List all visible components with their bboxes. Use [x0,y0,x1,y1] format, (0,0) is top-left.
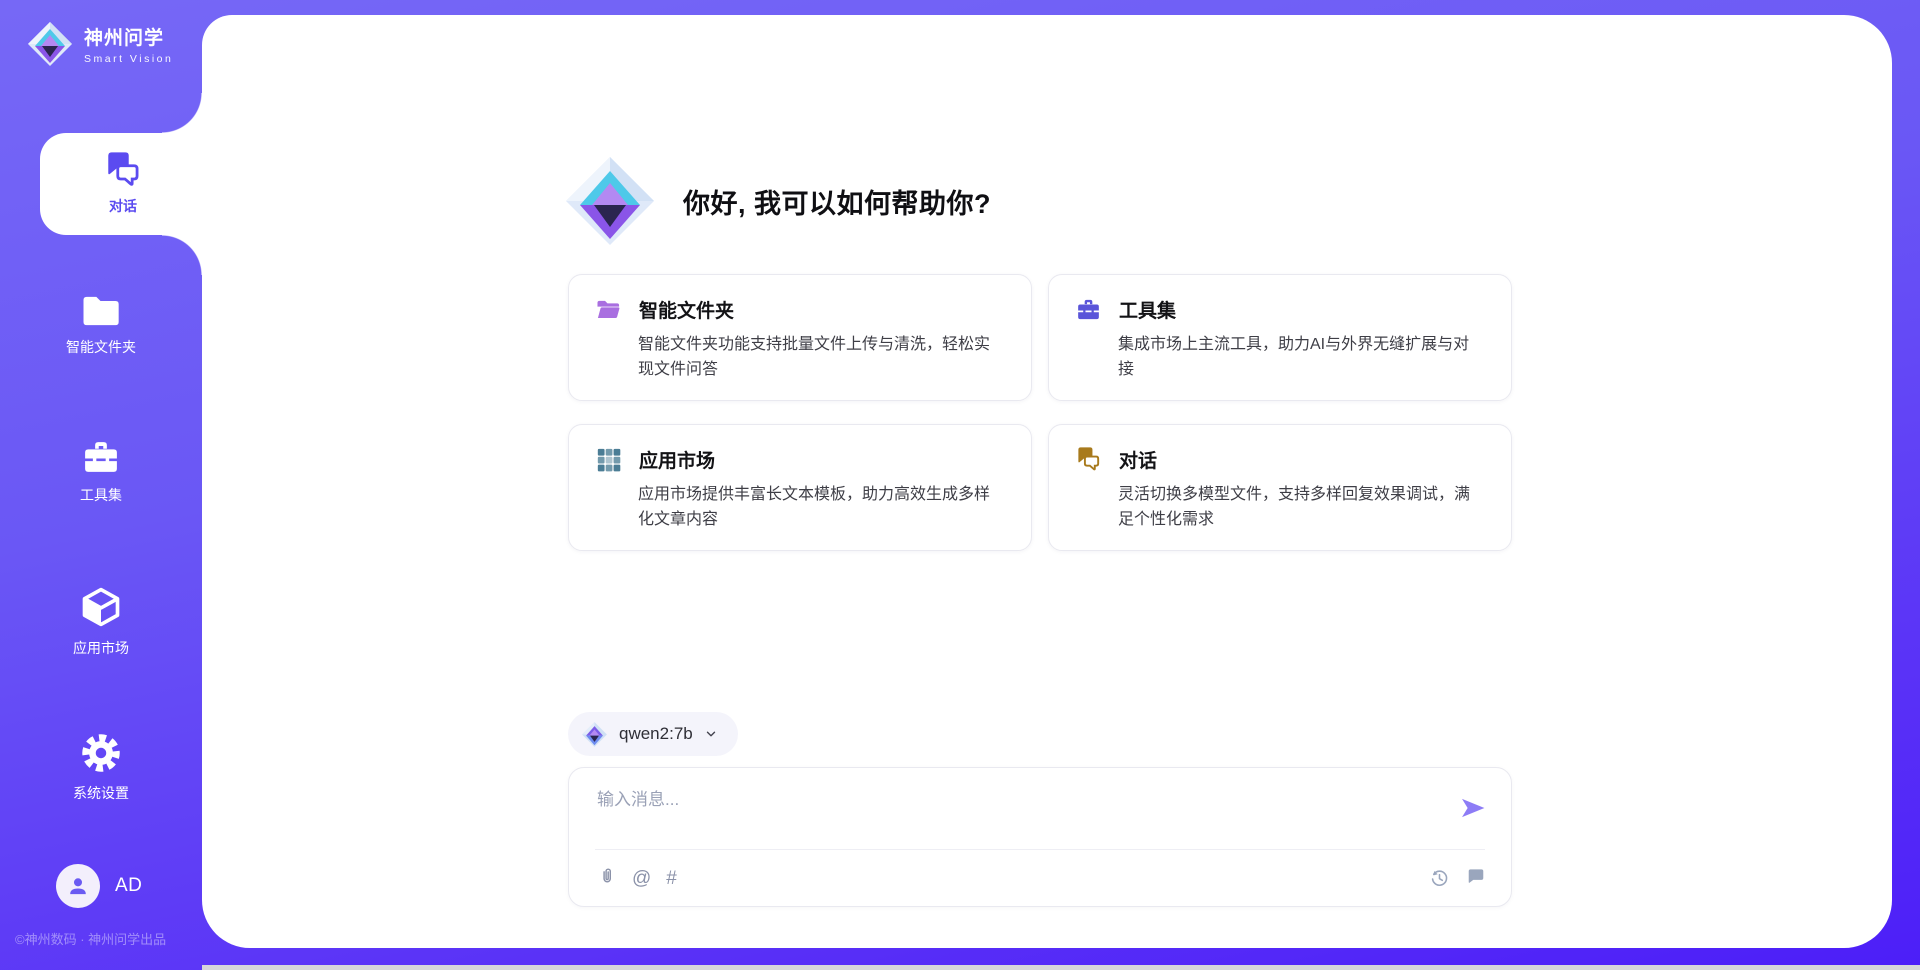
card-description: 智能文件夹功能支持批量文件上传与清洗，轻松实现文件问答 [638,332,1005,382]
chat-icon [103,152,143,188]
brand-name: 神州问学 [84,23,173,50]
chat-bubbles-icon [1075,447,1102,472]
greeting: 你好, 我可以如何帮助你? [562,153,991,249]
sidebar-item-label: 工具集 [80,485,122,505]
card-title: 工具集 [1119,296,1176,323]
card-app-market[interactable]: 应用市场 应用市场提供丰富长文本模板，助力高效生成多样化文章内容 [568,424,1032,551]
sidebar-item-settings[interactable]: 系统设置 [0,732,202,803]
card-chat[interactable]: 对话 灵活切换多模型文件，支持多样回复效果调试，满足个性化需求 [1048,424,1512,551]
briefcase-icon [1075,296,1102,323]
card-title: 应用市场 [639,446,715,473]
hash-icon[interactable]: # [666,869,677,888]
cube-icon [79,585,123,629]
model-selector[interactable]: qwen2:7b [568,712,738,756]
sidebar-item-app-market[interactable]: 应用市场 [0,585,202,658]
card-header: 应用市场 [595,446,1005,473]
mention-icon[interactable]: @ [632,869,651,888]
main-panel: 你好, 我可以如何帮助你? 智能文件夹 智能文件夹功能支持批量文件上传与清洗，轻… [202,15,1892,948]
brand-logo-icon [26,20,74,68]
sidebar-item-toolset[interactable]: 工具集 [0,438,202,505]
taskbar-strip [202,965,1920,970]
sidebar-item-label: 系统设置 [73,783,129,803]
brand-text: 神州问学 Smart Vision [84,23,173,65]
feature-cards: 智能文件夹 智能文件夹功能支持批量文件上传与清洗，轻松实现文件问答 工具集 集成… [568,274,1512,551]
card-smart-folder[interactable]: 智能文件夹 智能文件夹功能支持批量文件上传与清洗，轻松实现文件问答 [568,274,1032,401]
message-input[interactable] [597,785,1387,841]
greeting-title: 你好, 我可以如何帮助你? [683,182,991,221]
folder-open-icon [595,296,622,323]
copyright: ©神州数码 · 神州问学出品 [15,929,210,948]
composer: @ # [568,767,1512,907]
user-profile[interactable]: AD [56,864,142,908]
composer-toolbar: @ # [597,862,1487,894]
assistant-logo-icon [562,153,658,249]
sidebar-item-smart-folder[interactable]: 智能文件夹 [0,294,202,357]
sidebar-item-chat[interactable]: 对话 [40,133,206,235]
model-name: qwen2:7b [619,724,693,744]
composer-toolbar-right [1429,868,1487,889]
avatar [56,864,100,908]
app-root: { "brand": { "name": "神州问学", "subtitle":… [0,0,1920,970]
sidebar-item-label: 对话 [109,196,137,216]
folder-icon [81,294,121,328]
grid-icon [595,446,622,473]
history-icon[interactable] [1429,868,1450,889]
toolbox-icon [80,438,122,476]
brand: 神州问学 Smart Vision [26,20,173,68]
sidebar-item-label: 智能文件夹 [66,337,136,357]
card-description: 应用市场提供丰富长文本模板，助力高效生成多样化文章内容 [638,482,1005,532]
brand-subtitle: Smart Vision [84,53,173,65]
paperclip-icon[interactable] [597,867,617,889]
user-icon [65,873,91,899]
card-title: 对话 [1119,446,1157,473]
card-header: 智能文件夹 [595,296,1005,323]
card-description: 灵活切换多模型文件，支持多样回复效果调试，满足个性化需求 [1118,482,1485,532]
model-logo-icon [581,721,608,748]
user-name: AD [115,875,142,897]
sidebar-item-label: 应用市场 [73,638,129,658]
gear-icon [80,732,122,774]
chat-bubble-icon[interactable] [1465,868,1487,888]
card-description: 集成市场上主流工具，助力AI与外界无缝扩展与对接 [1118,332,1485,382]
send-icon[interactable] [1459,794,1487,822]
active-tab-fillet-bottom [162,235,202,275]
composer-divider [595,849,1485,850]
card-header: 工具集 [1075,296,1485,323]
card-title: 智能文件夹 [639,296,734,323]
card-toolset[interactable]: 工具集 集成市场上主流工具，助力AI与外界无缝扩展与对接 [1048,274,1512,401]
active-tab-fillet-top [162,93,202,133]
chevron-down-icon [704,727,718,741]
card-header: 对话 [1075,446,1485,473]
